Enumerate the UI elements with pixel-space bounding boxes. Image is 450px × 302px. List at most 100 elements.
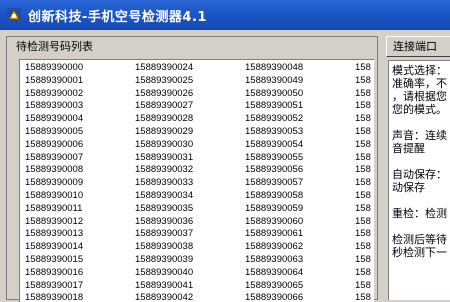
list-item[interactable]: 158: [355, 152, 374, 165]
list-item[interactable]: 158: [355, 228, 374, 241]
list-item[interactable]: 15889390033: [135, 177, 245, 190]
list-item[interactable]: 15889390055: [245, 152, 355, 165]
list-item[interactable]: 15889390026: [135, 88, 245, 101]
list-item[interactable]: 15889390010: [25, 190, 135, 203]
list-item[interactable]: 15889390002: [25, 88, 135, 101]
list-item[interactable]: 15889390039: [135, 254, 245, 267]
list-item[interactable]: 15889390007: [25, 152, 135, 165]
list-item[interactable]: 15889390004: [25, 113, 135, 126]
list-item[interactable]: 158: [355, 126, 374, 139]
list-item[interactable]: 15889390005: [25, 126, 135, 139]
list-item[interactable]: 15889390000: [25, 62, 135, 75]
info-line: 重检：检测: [392, 207, 447, 220]
app-logo-icon: [6, 7, 22, 23]
number-list-title: 待检测号码列表: [13, 38, 96, 54]
list-item[interactable]: 15889390015: [25, 254, 135, 267]
list-item[interactable]: 158: [355, 254, 374, 267]
connect-port-button[interactable]: 连接端口: [386, 36, 450, 57]
list-item[interactable]: 15889390052: [245, 113, 355, 126]
list-item[interactable]: 15889390053: [245, 126, 355, 139]
list-item[interactable]: 15889390012: [25, 216, 135, 229]
list-item[interactable]: 15889390024: [135, 62, 245, 75]
list-item[interactable]: 158: [355, 113, 374, 126]
list-item[interactable]: 15889390030: [135, 139, 245, 152]
list-item[interactable]: 158: [355, 267, 374, 280]
list-item[interactable]: 15889390062: [245, 241, 355, 254]
list-item[interactable]: 15889390028: [135, 113, 245, 126]
list-item[interactable]: 158: [355, 203, 374, 216]
list-item[interactable]: 15889390060: [245, 216, 355, 229]
info-line: 模式选择：: [392, 64, 447, 77]
list-item[interactable]: 15889390061: [245, 228, 355, 241]
list-item[interactable]: 15889390036: [135, 216, 245, 229]
info-line: 秒检测下一: [392, 246, 447, 259]
main-window-client: 待检测号码列表 15889390000 15889390001 1588939000…: [0, 30, 450, 302]
list-item[interactable]: 158: [355, 75, 374, 88]
info-line: 准确率，不: [392, 77, 447, 90]
number-grid: 15889390000 15889390001 15889390002 1588939…: [25, 62, 374, 302]
list-item[interactable]: 15889390003: [25, 100, 135, 113]
info-line: 自动保存：: [392, 168, 447, 181]
info-line: [392, 194, 450, 207]
list-item[interactable]: 15889390058: [245, 190, 355, 203]
list-item[interactable]: 158: [355, 139, 374, 152]
list-item[interactable]: 15889390029: [135, 126, 245, 139]
list-item[interactable]: 15889390042: [135, 292, 245, 302]
list-item[interactable]: 15889390041: [135, 280, 245, 293]
list-item[interactable]: 158: [355, 62, 374, 75]
list-item[interactable]: 158: [355, 88, 374, 101]
info-line: ，请根据您: [392, 90, 447, 103]
list-item[interactable]: 15889390064: [245, 267, 355, 280]
list-item[interactable]: 15889390066: [245, 292, 355, 302]
list-item[interactable]: 158: [355, 190, 374, 203]
list-item[interactable]: 158: [355, 241, 374, 254]
list-item[interactable]: 158: [355, 164, 374, 177]
list-item[interactable]: 15889390018: [25, 292, 135, 302]
list-item[interactable]: 15889390057: [245, 177, 355, 190]
info-textbox[interactable]: 模式选择： 准确率，不 ，请根据您 您的模式。声音：连续 音提醒自动保存： 动保存重检：检…: [388, 60, 450, 300]
info-line: 音提醒: [392, 142, 425, 155]
list-item[interactable]: 15889390014: [25, 241, 135, 254]
list-item[interactable]: 15889390056: [245, 164, 355, 177]
list-item[interactable]: 158: [355, 280, 374, 293]
info-line: [392, 116, 450, 129]
list-item[interactable]: 15889390006: [25, 139, 135, 152]
info-line: [392, 155, 450, 168]
info-line: 您的模式。: [392, 103, 447, 116]
list-item[interactable]: 15889390016: [25, 267, 135, 280]
list-item[interactable]: 15889390050: [245, 88, 355, 101]
list-item[interactable]: 15889390009: [25, 177, 135, 190]
info-line: 声音：连续: [392, 129, 447, 142]
list-item[interactable]: 15889390065: [245, 280, 355, 293]
list-item[interactable]: 158: [355, 216, 374, 229]
list-item[interactable]: 15889390054: [245, 139, 355, 152]
list-item[interactable]: 15889390048: [245, 62, 355, 75]
info-text: 模式选择： 准确率，不 ，请根据您 您的模式。声音：连续 音提醒自动保存： 动保存重检：检…: [392, 64, 450, 259]
list-item[interactable]: 15889390034: [135, 190, 245, 203]
right-panel: 连接端口 模式选择： 准确率，不 ，请根据您 您的模式。声音：连续 音提醒自动保存： 动保…: [386, 36, 450, 300]
list-item[interactable]: 15889390059: [245, 203, 355, 216]
list-item[interactable]: 158: [355, 100, 374, 113]
list-item[interactable]: 15889390040: [135, 267, 245, 280]
list-item[interactable]: 15889390013: [25, 228, 135, 241]
list-item[interactable]: 15889390038: [135, 241, 245, 254]
number-list-box[interactable]: 15889390000 15889390001 15889390002 1588939…: [19, 59, 374, 302]
list-item[interactable]: 15889390011: [25, 203, 135, 216]
list-item[interactable]: 15889390032: [135, 164, 245, 177]
list-item[interactable]: 15889390035: [135, 203, 245, 216]
list-item[interactable]: 15889390001: [25, 75, 135, 88]
list-item[interactable]: 158: [355, 292, 374, 302]
list-item[interactable]: 15889390027: [135, 100, 245, 113]
list-item[interactable]: 15889390031: [135, 152, 245, 165]
list-item[interactable]: 15889390049: [245, 75, 355, 88]
info-line: 动保存: [392, 181, 425, 194]
list-item[interactable]: 15889390008: [25, 164, 135, 177]
list-item[interactable]: 15889390037: [135, 228, 245, 241]
number-list-group: 待检测号码列表 15889390000 15889390001 1588939000…: [6, 36, 378, 302]
list-item[interactable]: 15889390051: [245, 100, 355, 113]
list-item[interactable]: 15889390017: [25, 280, 135, 293]
list-item[interactable]: 15889390063: [245, 254, 355, 267]
info-line: 检测后等待: [392, 233, 447, 246]
list-item[interactable]: 15889390025: [135, 75, 245, 88]
list-item[interactable]: 158: [355, 177, 374, 190]
